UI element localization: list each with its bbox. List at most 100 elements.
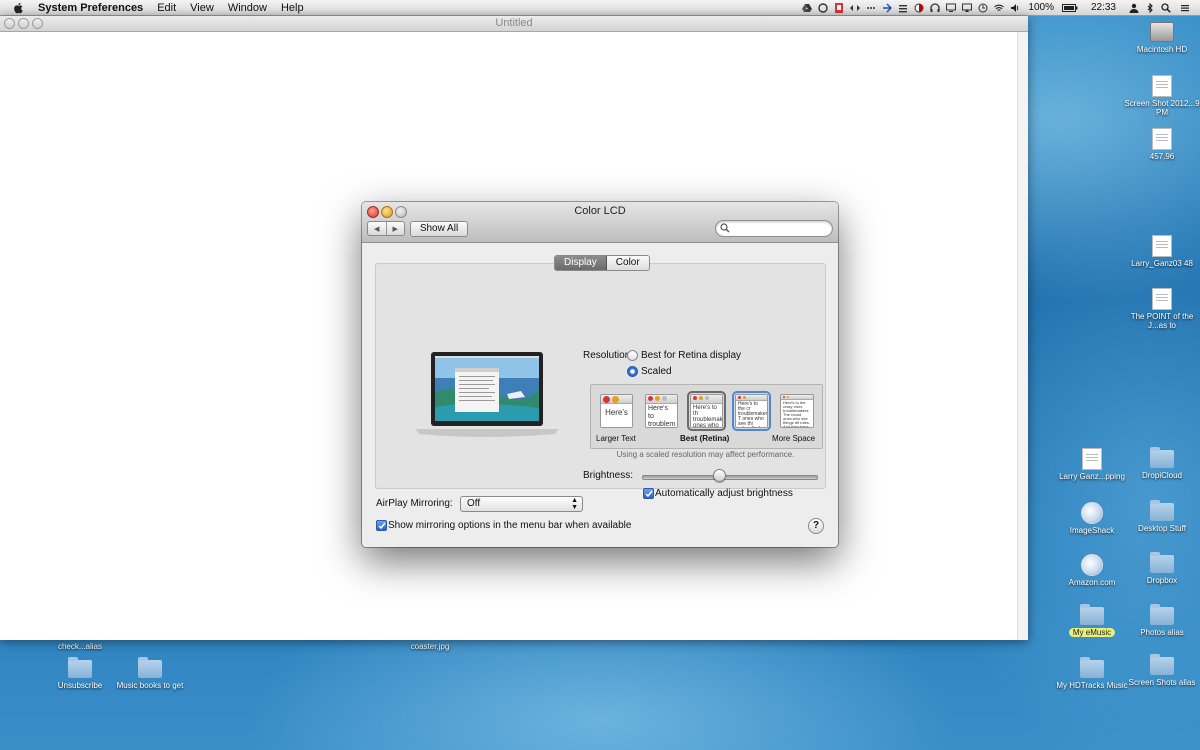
share-icon[interactable] [882, 3, 893, 13]
radio-scaled[interactable] [627, 366, 638, 377]
desktop-icon[interactable]: Screen Shot 2012...9 PM [1122, 75, 1200, 117]
menu-app-name[interactable]: System Preferences [38, 2, 143, 14]
more-space-label: More Space [772, 434, 816, 443]
airplay-mirroring-value: Off [467, 498, 481, 509]
scaled-resolution-chooser: Here's Here's to troublem Here's to th t… [590, 384, 823, 449]
brightness-slider-track[interactable] [642, 475, 818, 480]
dropbox-icon[interactable] [834, 2, 844, 13]
desktop-icon[interactable]: check...alias [40, 642, 120, 651]
search-field[interactable] [715, 220, 833, 237]
battery-percent: 100% [1028, 2, 1054, 13]
dots-icon[interactable] [866, 3, 876, 13]
airplay-icon[interactable] [962, 3, 973, 13]
document-icon [1152, 75, 1172, 97]
arrows-icon[interactable] [850, 3, 861, 13]
brightness-slider-knob[interactable] [713, 469, 727, 482]
user-icon[interactable] [1129, 3, 1139, 13]
bars-icon[interactable] [898, 3, 908, 13]
desktop-icon[interactable]: Larry Ganz...pping [1052, 448, 1132, 481]
larger-text-label: Larger Text [596, 434, 636, 443]
radio-best-for-retina[interactable] [627, 350, 638, 361]
folder-icon [1150, 654, 1174, 675]
desktop-icon[interactable]: My eMusic [1052, 604, 1132, 637]
tab-display[interactable]: Display [555, 256, 607, 270]
search-icon [720, 223, 730, 233]
menu-extras: 100% 22:33 [799, 0, 1200, 16]
scale-option-2[interactable]: Here's to troublem [645, 394, 678, 428]
menu-help[interactable]: Help [281, 2, 304, 14]
forward-arrow-icon[interactable]: ▶ [387, 222, 405, 235]
desktop-icon[interactable]: Macintosh HD [1122, 22, 1200, 54]
desktop-icon[interactable]: Music books to get [110, 657, 190, 690]
headphones-icon[interactable] [930, 2, 941, 13]
menu-edit[interactable]: Edit [157, 2, 176, 14]
battery-icon[interactable] [1061, 3, 1078, 13]
scale-option-4[interactable]: Here's to the cr troublemakers. T ones w… [732, 391, 771, 431]
folder-icon [68, 657, 92, 678]
scrollbar[interactable] [1017, 32, 1028, 640]
radio-scaled-label[interactable]: Scaled [641, 366, 672, 377]
auto-brightness-checkbox[interactable] [643, 488, 654, 499]
clock-time[interactable]: 22:33 [1091, 2, 1116, 13]
mirroring-options-label[interactable]: Show mirroring options in the menu bar w… [388, 520, 631, 531]
desktop-icon[interactable]: coaster.jpg [390, 642, 470, 651]
sync-icon[interactable] [818, 2, 829, 13]
scale-option-best-retina[interactable]: Here's to th troublemake ones who se [687, 391, 726, 431]
airplay-mirroring-popup[interactable]: Off ▲ ▼ [460, 496, 583, 512]
apple-icon[interactable] [12, 1, 26, 15]
notification-center-icon[interactable] [1180, 3, 1190, 13]
macbook-illustration [415, 352, 559, 437]
wifi-icon[interactable] [994, 3, 1005, 13]
desktop-icon[interactable]: Desktop Stuff [1122, 500, 1200, 533]
tab-color[interactable]: Color [606, 256, 649, 270]
airplay-mirroring-label: AirPlay Mirroring: [376, 498, 453, 509]
monitor-icon[interactable] [946, 3, 957, 13]
google-drive-icon[interactable] [802, 3, 813, 13]
desktop-icon[interactable]: Screen Shots alias [1122, 654, 1200, 687]
popup-arrows-icon: ▲ ▼ [571, 497, 578, 511]
desktop-icon[interactable]: Photos alias [1122, 604, 1200, 637]
scale-option-more-space[interactable]: Here's to the crazy ones troublemakers. … [780, 394, 814, 428]
desktop-icon[interactable]: The POINT of the J...as to [1122, 288, 1200, 330]
desktop-icon[interactable]: DropiCloud [1122, 447, 1200, 480]
auto-brightness-label[interactable]: Automatically adjust brightness [655, 488, 793, 499]
folder-icon [1150, 500, 1174, 521]
webloc-icon [1081, 502, 1103, 524]
back-arrow-icon[interactable]: ◀ [368, 222, 387, 235]
brightness-label: Brightness: [583, 470, 634, 481]
document-icon [1152, 288, 1172, 310]
menu-view[interactable]: View [190, 2, 214, 14]
scale-option-larger-text[interactable]: Here's [600, 394, 633, 428]
desktop-icon[interactable]: Larry_Ganz03 48 [1122, 235, 1200, 268]
mirroring-options-checkbox[interactable] [376, 520, 387, 531]
bluetooth-icon[interactable] [1145, 2, 1155, 13]
desktop-icon[interactable]: Unsubscribe [40, 657, 120, 690]
window-title: Untitled [495, 17, 533, 29]
back-forward-control: ◀ ▶ [367, 221, 405, 236]
help-button[interactable]: ? [808, 518, 824, 534]
tab-bar: Display Color [554, 255, 650, 271]
menu-bar: System Preferences Edit View Window Help… [0, 0, 1200, 16]
radio-best-for-retina-label[interactable]: Best for Retina display [641, 350, 741, 361]
photos-folder-icon [1150, 604, 1174, 625]
desktop-icon[interactable]: Dropbox [1122, 552, 1200, 585]
desktop-icon[interactable]: My HDTracks Music [1052, 657, 1132, 690]
dropbox-folder-icon [1150, 552, 1174, 573]
webloc-icon [1081, 554, 1103, 576]
checkmark-icon [644, 490, 653, 497]
desktop-icon[interactable]: ImageShack [1052, 502, 1132, 535]
menu-window[interactable]: Window [228, 2, 267, 14]
search-input[interactable] [732, 222, 824, 233]
spotlight-icon[interactable] [1161, 2, 1171, 13]
time-machine-icon[interactable] [978, 3, 988, 13]
desktop-icon[interactable]: 457.96 [1122, 128, 1200, 161]
contrast-icon[interactable] [914, 3, 924, 13]
document-icon [1082, 448, 1102, 470]
color-lcd-window[interactable]: Color LCD ◀ ▶ Show All Display Color Res… [362, 202, 838, 547]
document-icon [1152, 128, 1172, 150]
desktop-icon[interactable]: Amazon.com [1052, 554, 1132, 587]
untitled-window-titlebar[interactable]: Untitled [0, 16, 1028, 32]
tab-content: Resolution: Best for Retina display Scal… [375, 263, 826, 499]
volume-icon[interactable] [1010, 3, 1020, 13]
show-all-button[interactable]: Show All [410, 221, 468, 237]
